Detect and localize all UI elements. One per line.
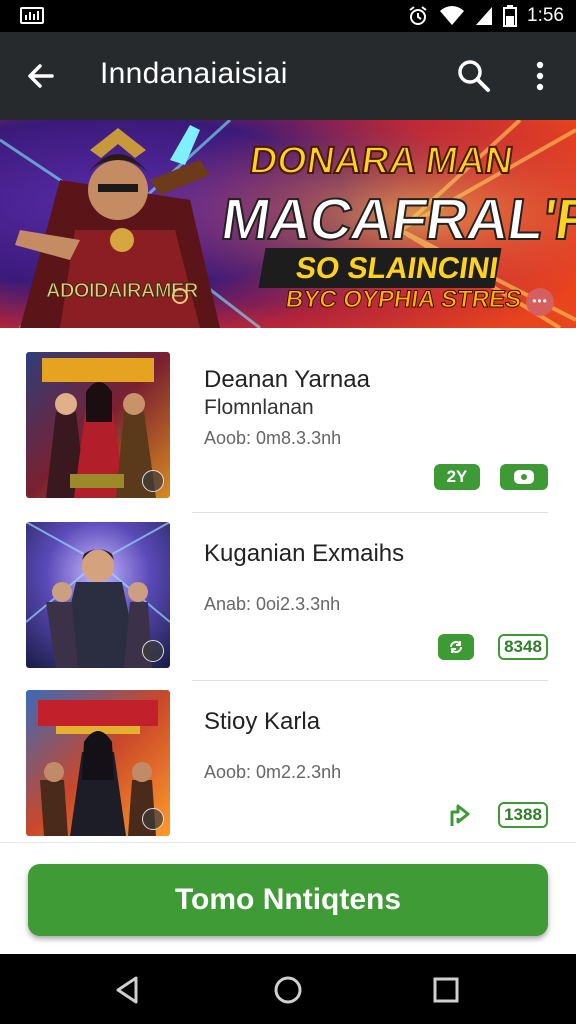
banner-headline-main: MACAFRAL xyxy=(216,186,548,253)
dice-chip[interactable] xyxy=(500,464,548,490)
banner-headline: MACAFRAL'R xyxy=(216,186,576,253)
status-bar: 1:56 xyxy=(0,0,576,32)
wifi-icon xyxy=(440,6,465,26)
status-icons: 1:56 xyxy=(407,0,564,32)
more-options-icon[interactable] xyxy=(522,56,558,96)
promo-banner[interactable]: DONARA MAN MACAFRAL'R SO SLAINCINI BYC O… xyxy=(0,120,576,328)
thumbnail-overlay-icon xyxy=(142,808,164,830)
game-meta: Aoob: 0m2.2.3nh xyxy=(204,762,342,782)
list-item[interactable]: Stioy Karla Aoob: 0m2.2.3nh 1388 xyxy=(0,666,576,836)
game-meta: Aoob: 0m8.3.3nh xyxy=(204,428,342,448)
count-chip[interactable]: 1388 xyxy=(498,802,548,828)
status-time: 1:56 xyxy=(527,5,564,26)
signal-icon xyxy=(476,7,493,25)
battery-icon xyxy=(503,5,518,27)
back-nav-icon[interactable] xyxy=(110,972,146,1008)
count-chip[interactable]: 8348 xyxy=(498,634,548,660)
list-item[interactable]: Deanan Yarnaa Flomnlanan Aoob: 0m8.3.3nh… xyxy=(0,328,576,513)
primary-action-button[interactable]: Tomo Nntiqtens xyxy=(28,864,548,936)
notification-icon xyxy=(20,7,44,24)
game-meta: Anab: 0oi2.3.3nh xyxy=(204,594,341,614)
refresh-chip[interactable] xyxy=(438,634,474,660)
thumbnail-overlay-icon xyxy=(142,470,164,492)
game-thumbnail[interactable] xyxy=(26,690,170,836)
game-thumbnail[interactable] xyxy=(26,522,170,668)
thumbnail-overlay-icon xyxy=(142,640,164,662)
banner-more-button[interactable]: ••• xyxy=(526,288,554,316)
home-nav-icon[interactable] xyxy=(270,972,306,1008)
game-list: Deanan Yarnaa Flomnlanan Aoob: 0m8.3.3nh… xyxy=(0,328,576,842)
refresh-icon xyxy=(450,641,462,653)
banner-badge-icon xyxy=(172,288,188,304)
bottom-action-area: Tomo Nntiqtens xyxy=(0,842,576,954)
search-icon[interactable] xyxy=(454,56,494,96)
game-title: Deanan Yarnaa xyxy=(204,366,370,393)
share-icon[interactable] xyxy=(448,800,472,828)
banner-line-3: SO SLAINCINI xyxy=(293,252,501,285)
system-nav-bar xyxy=(0,954,576,1024)
recents-nav-icon[interactable] xyxy=(428,972,464,1008)
banner-line-1: DONARA MAN xyxy=(246,139,516,183)
game-title: Kuganian Exmaihs xyxy=(204,540,405,567)
banner-line-4: BYC OYPHIA STRES xyxy=(284,286,524,314)
dice-icon xyxy=(514,470,534,484)
page-title: Inndanaiaisiai xyxy=(100,57,288,90)
alarm-icon xyxy=(409,6,427,25)
tag-chip[interactable]: 2Y xyxy=(434,464,480,490)
list-item[interactable]: Kuganian Exmaihs Anab: 0oi2.3.3nh 8348 xyxy=(0,498,576,681)
game-subtitle: Flomnlanan xyxy=(204,396,314,419)
game-thumbnail[interactable] xyxy=(26,352,170,498)
back-arrow-icon[interactable] xyxy=(22,56,62,96)
app-bar: Inndanaiaisiai xyxy=(0,32,576,120)
game-title: Stioy Karla xyxy=(204,708,321,735)
